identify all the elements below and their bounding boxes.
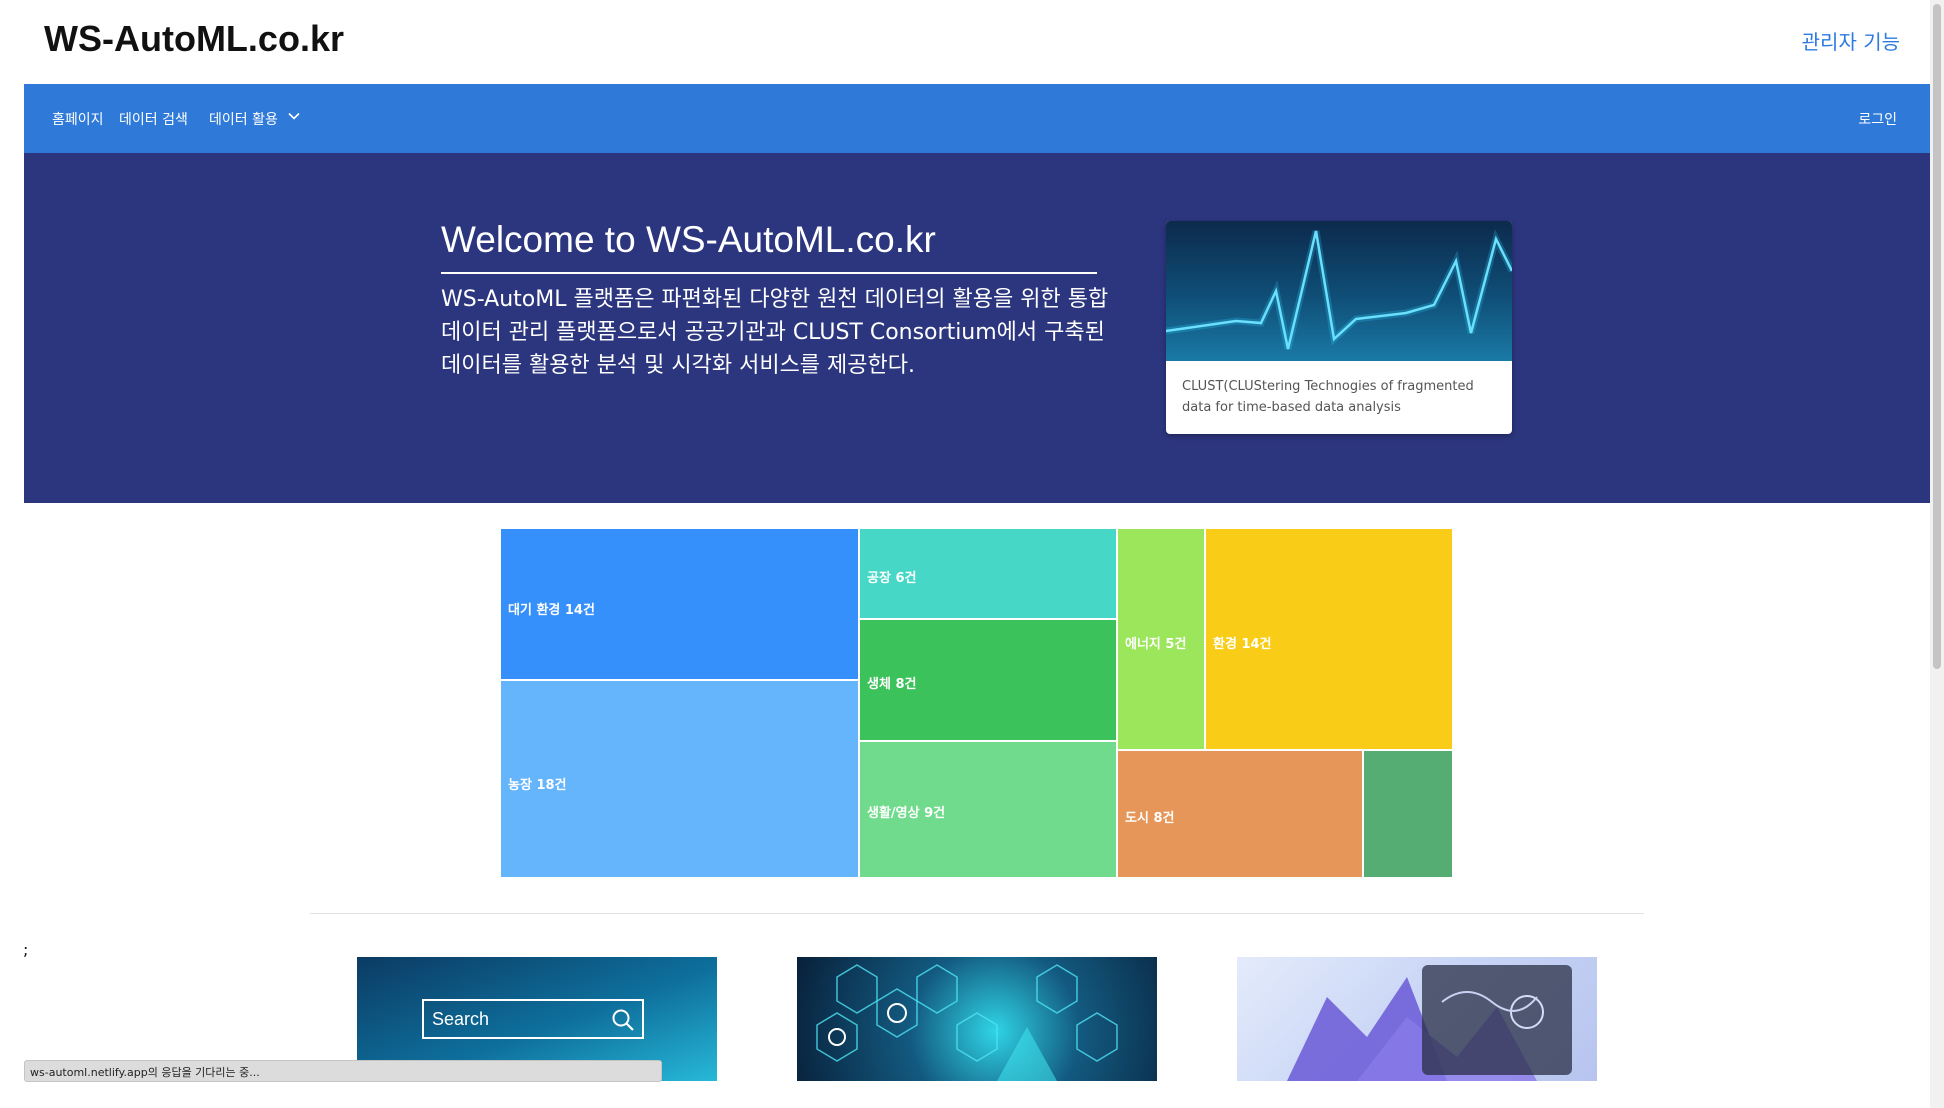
treemap-tile-biometric[interactable]: 생체 8건 [859,619,1117,741]
page-scrollbar[interactable] [1930,0,1944,1108]
treemap-label: 공장 6건 [867,571,917,586]
hero-section: Welcome to WS-AutoML.co.kr WS-AutoML 플랫폼… [24,153,1930,503]
heartbeat-line-icon [1166,229,1512,350]
treemap-label: 대기 환경 14건 [508,603,595,618]
treemap-label: 생체 8건 [867,677,917,692]
nav-item-data-search[interactable]: 데이터 검색 [119,109,188,129]
analytics-illustration-icon [1287,965,1572,1081]
hero-title: Welcome to WS-AutoML.co.kr [441,219,936,260]
browser-status-bar: ws-automl.netlify.app의 응답을 기다리는 중... [24,1060,662,1082]
site-header: WS-AutoML.co.kr 관리자 기능 [0,0,1930,84]
login-button[interactable]: 로그인 [1858,109,1897,129]
treemap-label: 에너지 5건 [1125,637,1187,652]
scrollbar-thumb[interactable] [1933,4,1941,669]
nav-item-data-use[interactable]: 데이터 활용 [209,109,278,129]
stray-text: ; [23,940,29,959]
search-placeholder: Search [432,1009,490,1029]
nav-item-home[interactable]: 홈페이지 [52,109,104,129]
heartbeat-image [1166,221,1512,361]
chart-feature-card[interactable] [1237,957,1597,1081]
search-image-box: Search [422,999,644,1039]
admin-link[interactable]: 관리자 기능 [1802,26,1900,55]
section-divider [310,913,1644,914]
treemap-label: 농장 18건 [508,778,567,793]
treemap-label: 도시 8건 [1125,811,1175,826]
treemap-tile-factory[interactable]: 공장 6건 [859,528,1117,619]
hero-description: WS-AutoML 플랫폼은 파편화된 다양한 원천 데이터의 활용을 위한 통… [441,287,1109,378]
treemap-tile-other[interactable] [1363,750,1453,878]
hexagon-network-icon [816,964,1118,1081]
treemap-tile-environment[interactable]: 환경 14건 [1205,528,1453,750]
treemap-tile-energy[interactable]: 에너지 5건 [1117,528,1205,750]
treemap-tile-air[interactable]: 대기 환경 14건 [500,528,859,680]
treemap-tile-life-video[interactable]: 생활/영상 9건 [859,741,1117,878]
chevron-down-icon[interactable] [288,112,300,120]
treemap-tile-city[interactable]: 도시 8건 [1117,750,1363,878]
card-caption: CLUST(CLUStering Technogies of fragmente… [1182,379,1474,415]
treemap-tile-farm[interactable]: 농장 18건 [500,680,859,878]
main-navbar: 홈페이지 데이터 검색 데이터 활용 로그인 [24,84,1930,153]
treemap-label: 환경 14건 [1213,637,1272,652]
hero-divider [441,272,1097,274]
status-text: ws-automl.netlify.app의 응답을 기다리는 중... [30,1066,260,1079]
page: WS-AutoML.co.kr 관리자 기능 홈페이지 데이터 검색 데이터 활… [0,0,1944,1108]
search-icon [612,1009,634,1031]
ai-feature-card[interactable] [797,957,1157,1081]
clust-card[interactable]: CLUST(CLUStering Technogies of fragmente… [1166,221,1512,434]
treemap-label: 생활/영상 9건 [867,806,946,821]
site-logo-text[interactable]: WS-AutoML.co.kr [44,18,344,60]
data-treemap: 대기 환경 14건 농장 18건 공장 6건 생체 8건 생활/영상 9건 에너… [500,528,1453,878]
